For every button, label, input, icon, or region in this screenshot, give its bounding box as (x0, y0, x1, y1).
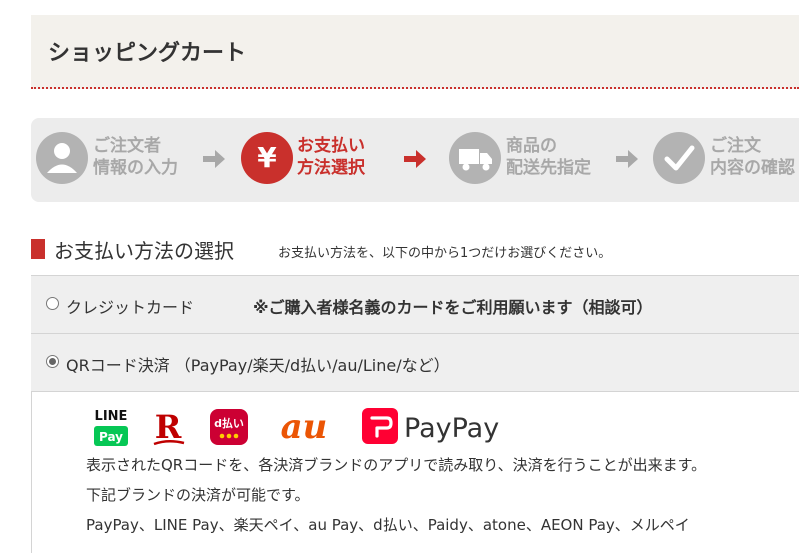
option-label: QRコード決済 （PayPay/楽天/d払い/au/Line/など） (66, 356, 450, 375)
svg-text:PayPay: PayPay (404, 413, 499, 444)
section-title: お支払い方法の選択 (54, 239, 234, 263)
arrow-right-icon (404, 150, 426, 168)
d-barai-logo: d払い (210, 409, 248, 445)
au-logo: au (281, 407, 328, 447)
radio-qr[interactable] (46, 355, 59, 368)
step-confirm: ご注文 内容の確認 (710, 136, 795, 178)
option-label: クレジットカード (66, 298, 195, 317)
page-header: ショッピングカート (31, 15, 799, 89)
radio-credit-card[interactable] (46, 297, 59, 310)
svg-text:¥: ¥ (257, 141, 277, 174)
svg-text:LINE: LINE (95, 409, 128, 424)
qr-description-1: 表示されたQRコードを、各決済ブランドのアプリで読み取り、決済を行うことが出来ま… (86, 456, 707, 474)
page-title: ショッピングカート (48, 41, 247, 66)
qr-brand-list: PayPay、LINE Pay、楽天ペイ、au Pay、d払い、Paidy、at… (86, 516, 690, 534)
arrow-right-icon (616, 150, 638, 168)
section-note: お支払い方法を、以下の中から1つだけお選びください。 (278, 246, 612, 261)
line-pay-logo: LINE Pay (94, 409, 128, 446)
checkout-steps: ご注文者 情報の入力 ¥ お支払い 方法選択 商品の 配送先指定 ご注文 内容の… (31, 118, 799, 202)
section-marker (31, 239, 45, 259)
person-icon (36, 132, 88, 184)
qr-description-2: 下記ブランドの決済が可能です。 (86, 486, 310, 504)
option-note: ※ご購入者様名義のカードをご利用願います（相談可） (253, 298, 653, 317)
check-icon (653, 132, 705, 184)
step-customer-info: ご注文者 情報の入力 (93, 136, 178, 178)
svg-text:au: au (281, 407, 328, 447)
yen-icon: ¥ (241, 132, 293, 184)
paypay-logo: PayPay (362, 408, 499, 444)
truck-icon (449, 132, 501, 184)
rakuten-logo: R (153, 408, 185, 446)
arrow-right-icon (203, 150, 225, 168)
svg-text:Pay: Pay (99, 430, 123, 444)
step-payment-method: お支払い 方法選択 (297, 136, 365, 178)
step-shipping: 商品の 配送先指定 (506, 136, 591, 178)
qr-detail-panel: LINE Pay R d払い au PayPay 表示されたQRコードを、各決済… (31, 391, 799, 553)
payment-option-qr[interactable]: QRコード決済 （PayPay/楽天/d払い/au/Line/など） (31, 333, 799, 391)
svg-text:d払い: d払い (214, 416, 244, 430)
payment-option-credit-card[interactable]: クレジットカード ※ご購入者様名義のカードをご利用願います（相談可） (31, 275, 799, 333)
